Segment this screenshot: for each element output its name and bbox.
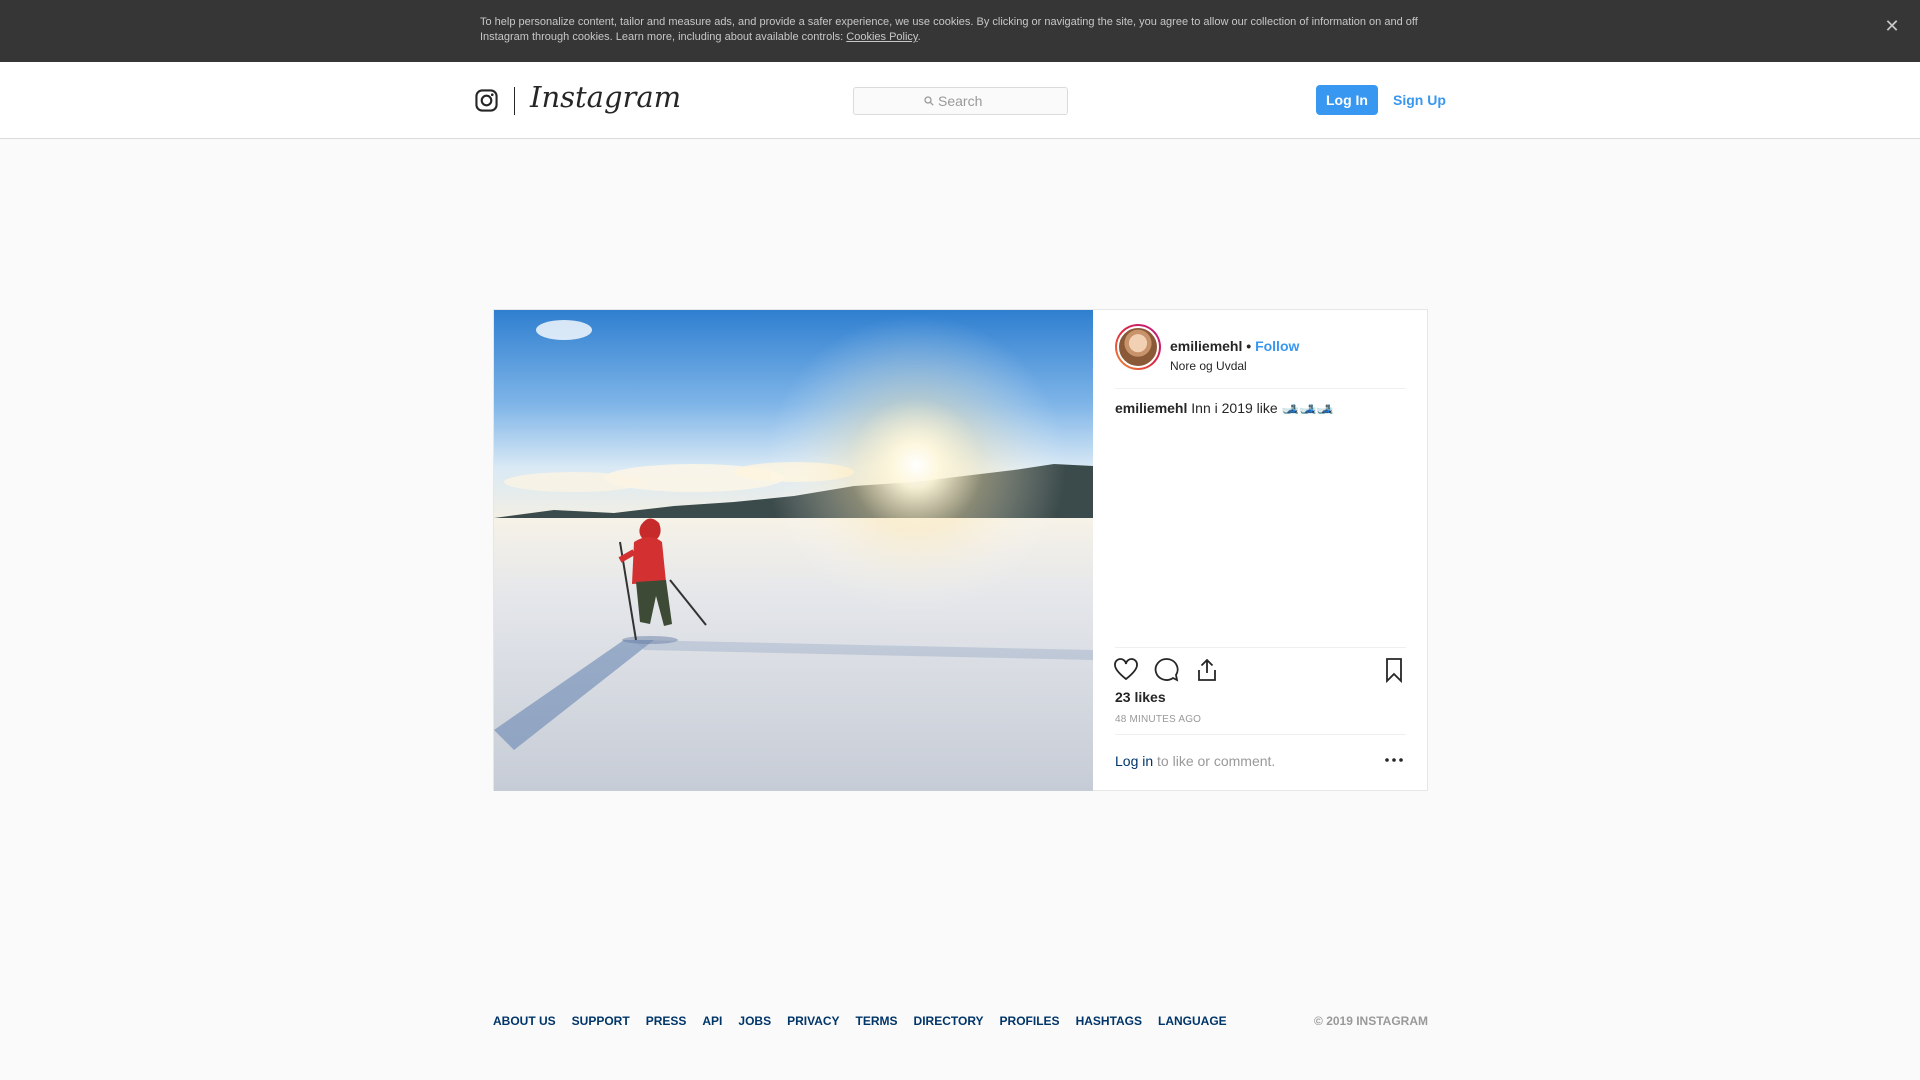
comment-icon[interactable] [1153, 656, 1181, 684]
like-count[interactable]: 23 likes [1115, 689, 1166, 705]
footer-link-support[interactable]: SUPPORT [572, 1014, 630, 1028]
avatar[interactable] [1115, 324, 1161, 370]
logo-divider [514, 87, 515, 115]
footer-links: ABOUT US SUPPORT PRESS API JOBS PRIVACY … [493, 1014, 1227, 1028]
search-input[interactable]: Search [853, 87, 1068, 115]
post-header: emiliemehl • Follow Nore og Uvdal [1115, 324, 1406, 389]
search-icon [924, 96, 934, 106]
login-prompt: Log in to like or comment. [1115, 753, 1275, 769]
cookie-banner-text: To help personalize content, tailor and … [480, 15, 1420, 45]
comment-prompt-text: to like or comment. [1153, 753, 1276, 769]
footer-link-profiles[interactable]: PROFILES [1000, 1014, 1060, 1028]
post-timestamp[interactable]: 48 MINUTES AGO [1115, 714, 1201, 725]
separator-dot: • [1246, 338, 1252, 354]
footer-link-privacy[interactable]: PRIVACY [787, 1014, 839, 1028]
close-icon[interactable]: ✕ [1882, 16, 1902, 36]
copyright: © 2019 INSTAGRAM [1314, 1014, 1428, 1028]
instagram-wordmark[interactable]: Instagram [530, 80, 681, 114]
login-button[interactable]: Log In [1316, 85, 1378, 115]
footer-link-terms[interactable]: TERMS [856, 1014, 898, 1028]
cookie-suffix: . [917, 31, 921, 43]
more-options-icon[interactable] [1382, 753, 1406, 767]
caption-text: Inn i 2019 like 🎿🎿🎿 [1191, 400, 1334, 416]
top-nav: Instagram Search Log In Sign Up [0, 62, 1920, 139]
skiing-photo [494, 310, 1093, 791]
post-photo[interactable] [494, 310, 1093, 791]
footer-link-directory[interactable]: DIRECTORY [914, 1014, 984, 1028]
comment-section: Log in to like or comment. [1115, 734, 1406, 774]
post-sidebar: emiliemehl • Follow Nore og Uvdal emilie… [1093, 310, 1428, 791]
footer-link-api[interactable]: API [702, 1014, 722, 1028]
footer-link-hashtags[interactable]: HASHTAGS [1076, 1014, 1142, 1028]
footer: ABOUT US SUPPORT PRESS API JOBS PRIVACY … [493, 1014, 1428, 1030]
location-link[interactable]: Nore og Uvdal [1170, 359, 1247, 373]
caption-username[interactable]: emiliemehl [1115, 400, 1187, 416]
footer-link-about[interactable]: ABOUT US [493, 1014, 556, 1028]
post-author: emiliemehl • Follow [1170, 338, 1299, 354]
post-caption: emiliemehl Inn i 2019 like 🎿🎿🎿 [1115, 400, 1334, 417]
footer-link-press[interactable]: PRESS [646, 1014, 687, 1028]
signup-link[interactable]: Sign Up [1393, 85, 1446, 115]
cookie-banner: To help personalize content, tailor and … [0, 0, 1920, 62]
footer-link-jobs[interactable]: JOBS [738, 1014, 771, 1028]
username-link[interactable]: emiliemehl [1170, 338, 1242, 354]
footer-link-language[interactable]: LANGUAGE [1158, 1014, 1227, 1028]
heart-icon[interactable] [1112, 656, 1140, 684]
post-actions [1112, 647, 1408, 687]
instagram-camera-icon[interactable] [475, 89, 498, 112]
login-link[interactable]: Log in [1115, 753, 1153, 769]
follow-button[interactable]: Follow [1255, 338, 1299, 354]
search-placeholder: Search [938, 93, 983, 109]
bookmark-icon[interactable] [1380, 656, 1408, 684]
cookie-message: To help personalize content, tailor and … [480, 16, 1418, 43]
share-icon[interactable] [1193, 656, 1221, 684]
post-card: emiliemehl • Follow Nore og Uvdal emilie… [493, 309, 1428, 791]
cookies-policy-link[interactable]: Cookies Policy [846, 31, 917, 43]
